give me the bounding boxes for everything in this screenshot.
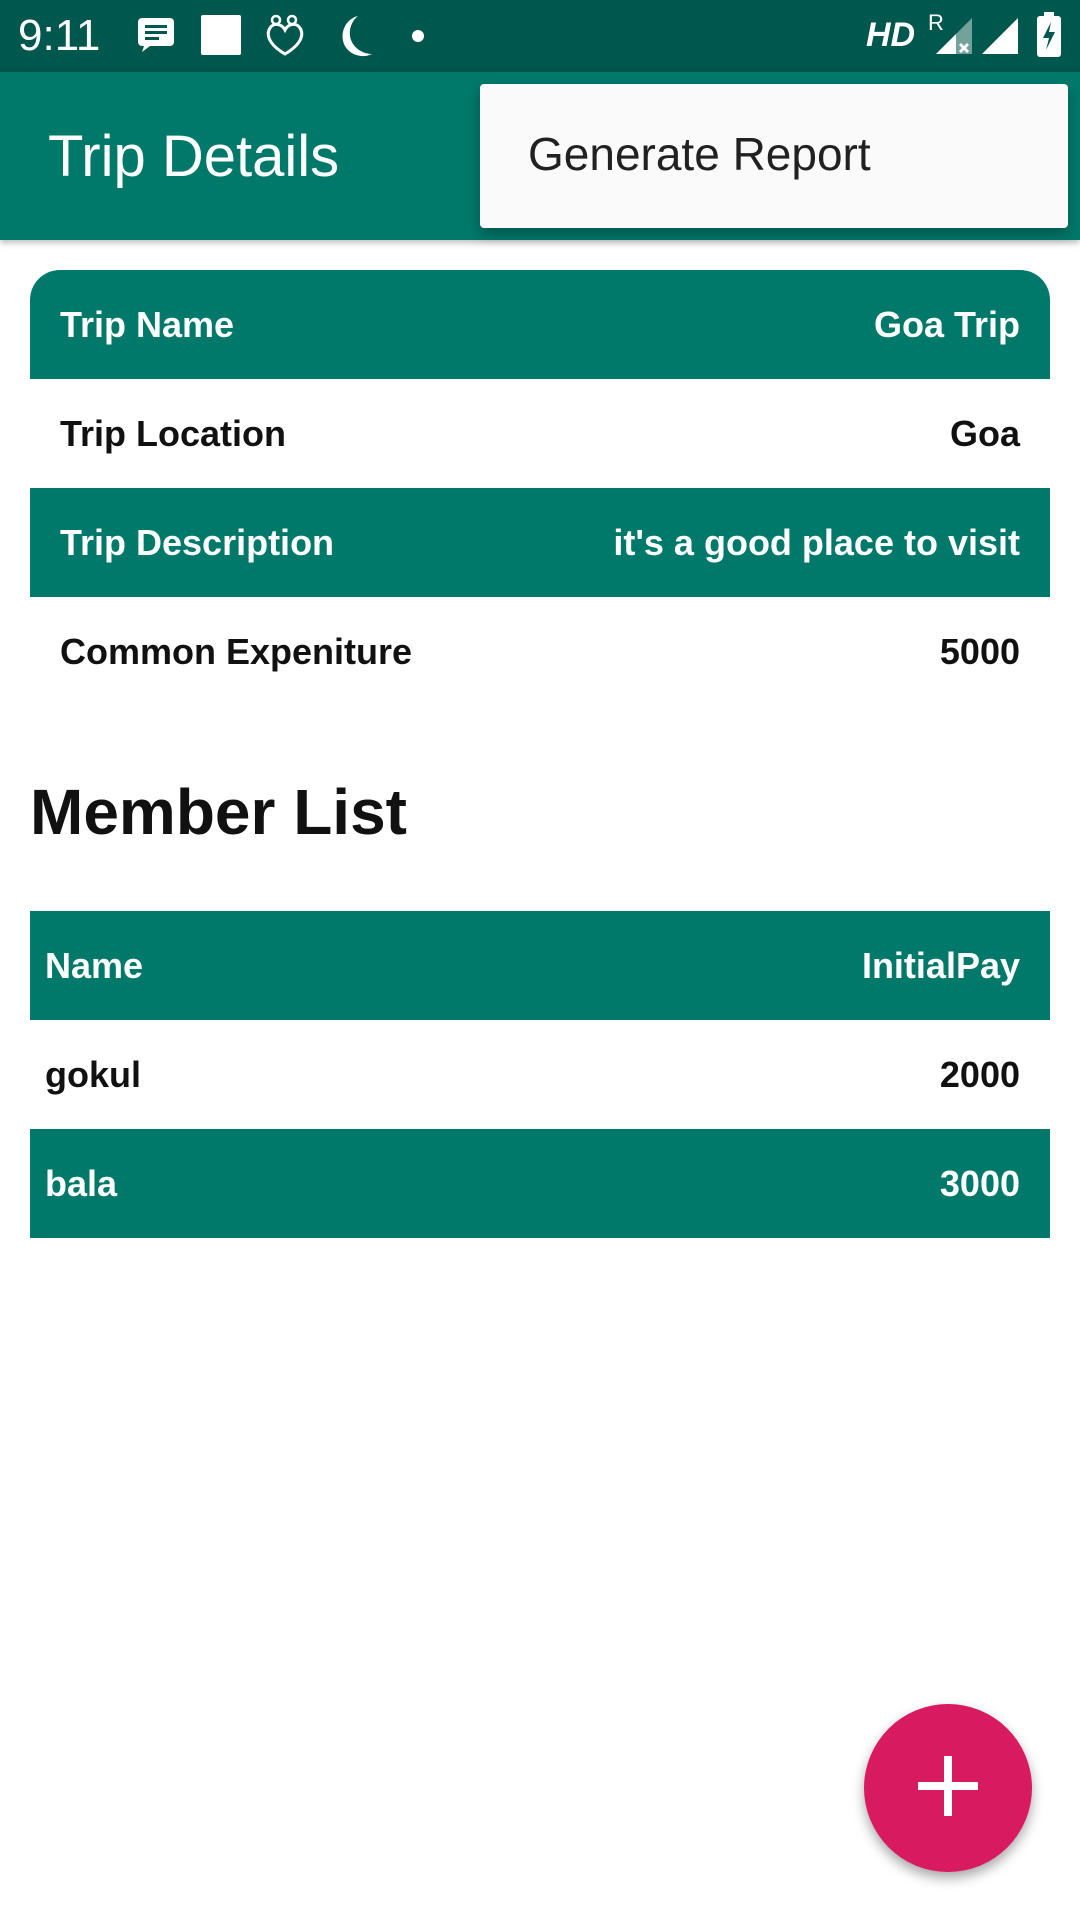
- member-initial-pay: 3000: [939, 1162, 1020, 1204]
- trip-description-row: Trip Description it's a good place to vi…: [30, 488, 1050, 597]
- hands-heart-icon: [262, 14, 308, 63]
- trip-description-value: it's a good place to visit: [613, 521, 1020, 563]
- member-row[interactable]: bala 3000: [30, 1129, 1050, 1238]
- message-icon: [136, 14, 176, 59]
- overflow-menu: Generate Report: [480, 84, 1068, 228]
- member-list-title: Member List: [30, 776, 407, 848]
- trip-name-label: Trip Name: [60, 303, 235, 345]
- trip-location-label: Trip Location: [60, 412, 287, 454]
- menu-item-generate-report[interactable]: Generate Report: [528, 126, 871, 182]
- trip-name-value: Goa Trip: [873, 303, 1020, 345]
- signal-icon: [934, 16, 974, 61]
- page-title: Trip Details: [48, 124, 340, 189]
- member-list-table: Name InitialPay gokul 2000 bala 3000: [30, 911, 1050, 1238]
- common-expenditure-row: Common Expeniture 5000: [30, 597, 1050, 706]
- common-expenditure-label: Common Expeniture: [60, 630, 413, 672]
- member-name: gokul: [45, 1053, 141, 1095]
- status-bar: 9:11 HD R: [0, 0, 1080, 72]
- moon-icon: [330, 14, 374, 65]
- trip-location-value: Goa: [949, 412, 1020, 454]
- add-member-button[interactable]: [864, 1704, 1032, 1872]
- common-expenditure-value: 5000: [939, 630, 1020, 672]
- wifi-signal-icon: [980, 16, 1020, 61]
- hd-label: HD: [866, 16, 916, 54]
- trip-location-row: Trip Location Goa: [30, 379, 1050, 488]
- name-column-header: Name: [45, 944, 144, 986]
- status-time: 9:11: [18, 11, 101, 60]
- square-notification-icon: [200, 14, 242, 61]
- plus-icon: [908, 1746, 988, 1831]
- dot-icon: [410, 28, 426, 49]
- member-row[interactable]: gokul 2000: [30, 1020, 1050, 1129]
- member-initial-pay: 2000: [939, 1053, 1020, 1095]
- trip-description-label: Trip Description: [60, 521, 335, 563]
- initial-pay-column-header: InitialPay: [861, 944, 1020, 986]
- trip-details-table: Trip Name Goa Trip Trip Location Goa Tri…: [30, 270, 1050, 706]
- member-list-header: Name InitialPay: [30, 911, 1050, 1020]
- battery-charging-icon: [1036, 12, 1062, 63]
- member-name: bala: [45, 1162, 118, 1204]
- trip-name-row: Trip Name Goa Trip: [30, 270, 1050, 379]
